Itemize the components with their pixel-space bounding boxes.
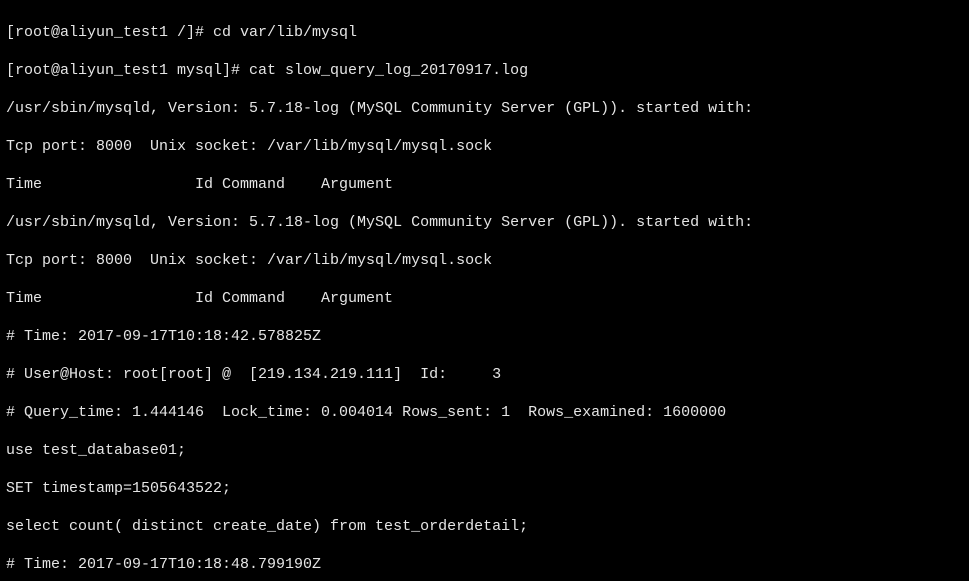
terminal-line: use test_database01; (6, 441, 963, 460)
terminal-line: [root@aliyun_test1 /]# cd var/lib/mysql (6, 23, 963, 42)
terminal-line: select count( distinct create_date) from… (6, 517, 963, 536)
terminal-line: [root@aliyun_test1 mysql]# cat slow_quer… (6, 61, 963, 80)
terminal-line: /usr/sbin/mysqld, Version: 5.7.18-log (M… (6, 99, 963, 118)
terminal-line: /usr/sbin/mysqld, Version: 5.7.18-log (M… (6, 213, 963, 232)
terminal-line: # Query_time: 1.444146 Lock_time: 0.0040… (6, 403, 963, 422)
terminal-line: Time Id Command Argument (6, 175, 963, 194)
terminal-line: # User@Host: root[root] @ [219.134.219.1… (6, 365, 963, 384)
terminal-line: SET timestamp=1505643522; (6, 479, 963, 498)
terminal-line: Time Id Command Argument (6, 289, 963, 308)
terminal-line: # Time: 2017-09-17T10:18:42.578825Z (6, 327, 963, 346)
terminal-line: Tcp port: 8000 Unix socket: /var/lib/mys… (6, 137, 963, 156)
terminal-line: # Time: 2017-09-17T10:18:48.799190Z (6, 555, 963, 574)
terminal-line: Tcp port: 8000 Unix socket: /var/lib/mys… (6, 251, 963, 270)
terminal-output[interactable]: [root@aliyun_test1 /]# cd var/lib/mysql … (0, 0, 969, 581)
